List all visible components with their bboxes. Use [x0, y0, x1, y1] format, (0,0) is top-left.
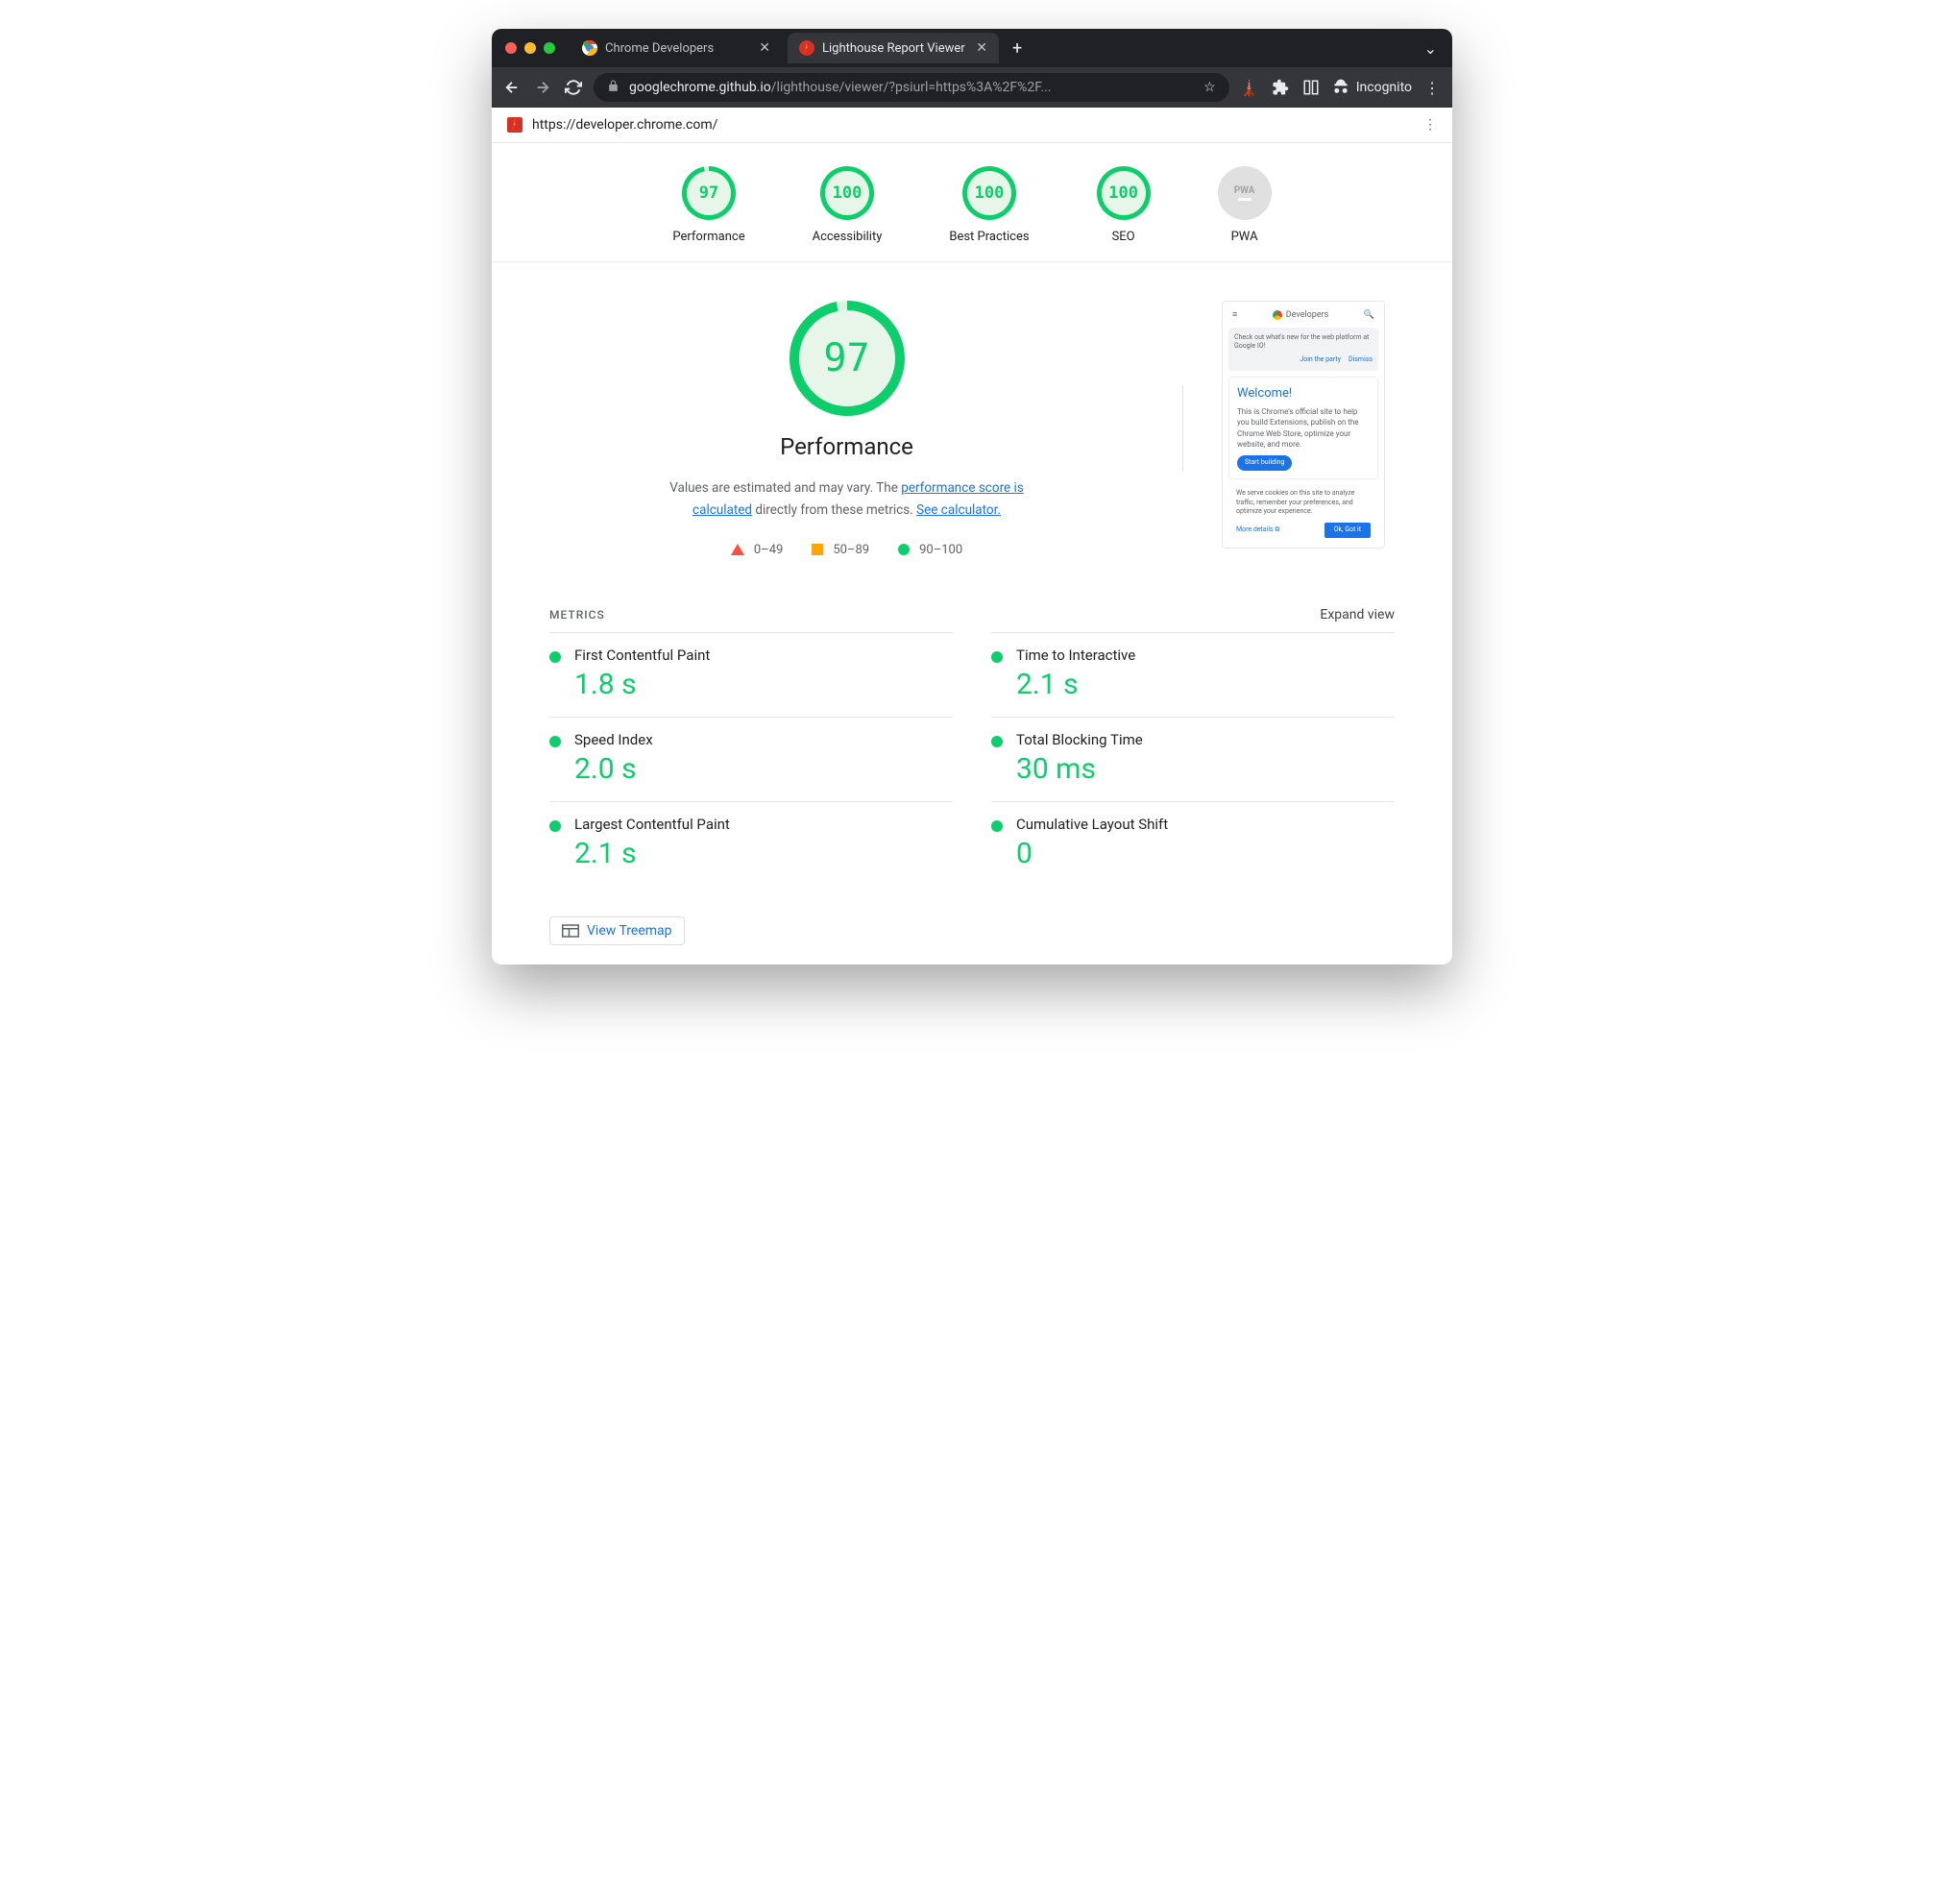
- incognito-icon: [1331, 78, 1350, 97]
- performance-detail: 97 Performance Values are estimated and …: [492, 262, 1452, 586]
- metric-value: 30 ms: [1016, 752, 1143, 786]
- metric-name: Time to Interactive: [1016, 647, 1135, 664]
- lighthouse-favicon: 🗼: [799, 40, 814, 56]
- metric-name: First Contentful Paint: [574, 647, 710, 664]
- tab-title: Chrome Developers: [605, 41, 714, 56]
- gauge-label: Accessibility: [813, 230, 883, 244]
- reload-button[interactable]: [563, 77, 584, 98]
- reading-list-icon[interactable]: [1300, 77, 1322, 98]
- address-bar[interactable]: googlechrome.github.io/lighthouse/viewer…: [594, 73, 1229, 102]
- pass-bullet-icon: [991, 820, 1003, 832]
- close-tab-icon[interactable]: ✕: [759, 40, 770, 56]
- browser-tab-inactive[interactable]: Chrome Developers ✕: [571, 33, 782, 63]
- gauge-pwa[interactable]: PWA PWA: [1218, 166, 1272, 244]
- metric-value: 2.0 s: [574, 752, 653, 786]
- report-menu-icon[interactable]: ⋮: [1423, 117, 1437, 133]
- window-controls: [505, 42, 555, 54]
- pass-bullet-icon: [549, 736, 561, 747]
- tab-strip: Chrome Developers ✕ 🗼 Lighthouse Report …: [492, 29, 1452, 67]
- pass-bullet-icon: [549, 820, 561, 832]
- performance-description: Values are estimated and may vary. The p…: [665, 477, 1030, 522]
- incognito-badge[interactable]: Incognito: [1331, 78, 1412, 97]
- gauge-best-practices[interactable]: 100 Best Practices: [949, 166, 1029, 244]
- score-legend: 0–49 50–89 90–100: [731, 543, 962, 557]
- metric-name: Total Blocking Time: [1016, 731, 1143, 748]
- metrics-label: METRICS: [549, 608, 605, 622]
- divider: [1182, 385, 1183, 472]
- tested-url-bar: 🗼 https://developer.chrome.com/ ⋮: [492, 108, 1452, 143]
- hamburger-icon: ≡: [1232, 309, 1237, 322]
- metric-value: 1.8 s: [574, 668, 710, 701]
- minimize-window-button[interactable]: [524, 42, 536, 54]
- lighthouse-logo-icon: 🗼: [507, 117, 522, 133]
- view-treemap-button[interactable]: View Treemap: [549, 916, 685, 945]
- metric-name: Largest Contentful Paint: [574, 816, 730, 833]
- metric-item[interactable]: Largest Contentful Paint 2.1 s: [549, 801, 953, 886]
- lighthouse-extension-icon[interactable]: 🗼: [1239, 77, 1260, 98]
- gauge-label: PWA: [1231, 230, 1258, 244]
- extensions-icon[interactable]: [1270, 77, 1291, 98]
- gauge-accessibility[interactable]: 100 Accessibility: [813, 166, 883, 244]
- browser-tab-active[interactable]: 🗼 Lighthouse Report Viewer ✕: [788, 33, 999, 63]
- tabs-dropdown-icon[interactable]: ⌄: [1419, 39, 1443, 58]
- calculator-link[interactable]: See calculator.: [916, 502, 1001, 518]
- tested-url: https://developer.chrome.com/: [532, 117, 717, 133]
- lock-icon: [607, 80, 620, 96]
- metric-item[interactable]: Speed Index 2.0 s: [549, 717, 953, 801]
- metric-name: Speed Index: [574, 731, 653, 748]
- gauge-label: SEO: [1112, 230, 1135, 244]
- metric-item[interactable]: Cumulative Layout Shift 0: [991, 801, 1395, 886]
- metric-item[interactable]: Time to Interactive 2.1 s: [991, 632, 1395, 717]
- browser-menu-icon[interactable]: ⋮: [1422, 77, 1443, 98]
- incognito-label: Incognito: [1356, 80, 1412, 95]
- tab-title: Lighthouse Report Viewer: [822, 41, 965, 56]
- pwa-badge-icon: PWA: [1218, 166, 1272, 220]
- average-icon: [812, 544, 823, 555]
- close-window-button[interactable]: [505, 42, 517, 54]
- browser-toolbar: googlechrome.github.io/lighthouse/viewer…: [492, 67, 1452, 108]
- treemap-icon: [562, 924, 579, 938]
- metric-name: Cumulative Layout Shift: [1016, 816, 1168, 833]
- gauge-seo[interactable]: 100 SEO: [1097, 166, 1151, 244]
- performance-title: Performance: [780, 433, 913, 460]
- gauge-performance[interactable]: 97 Performance: [672, 166, 744, 244]
- new-tab-button[interactable]: +: [1005, 38, 1030, 59]
- gauge-label: Performance: [672, 230, 744, 244]
- forward-button[interactable]: [532, 77, 553, 98]
- pass-bullet-icon: [991, 651, 1003, 663]
- browser-window: Chrome Developers ✕ 🗼 Lighthouse Report …: [492, 29, 1452, 964]
- pass-bullet-icon: [549, 651, 561, 663]
- pass-icon: [898, 544, 910, 555]
- gauge-label: Best Practices: [949, 230, 1029, 244]
- close-tab-icon[interactable]: ✕: [976, 40, 987, 56]
- score-gauges: 97 Performance 100 Accessibility 100 Bes…: [492, 143, 1452, 262]
- metric-item[interactable]: Total Blocking Time 30 ms: [991, 717, 1395, 801]
- treemap-row: View Treemap: [549, 916, 1395, 945]
- performance-big-gauge: 97: [790, 301, 905, 416]
- metrics-section: METRICS Expand view First Contentful Pai…: [492, 586, 1452, 905]
- metric-value: 0: [1016, 837, 1168, 870]
- search-icon: 🔍: [1364, 309, 1374, 322]
- expand-view-toggle[interactable]: Expand view: [1320, 607, 1395, 622]
- metric-value: 2.1 s: [1016, 668, 1135, 701]
- url-text: googlechrome.github.io/lighthouse/viewer…: [629, 80, 1051, 95]
- star-icon[interactable]: ☆: [1203, 80, 1216, 95]
- metric-item[interactable]: First Contentful Paint 1.8 s: [549, 632, 953, 717]
- maximize-window-button[interactable]: [544, 42, 555, 54]
- fail-icon: [731, 544, 744, 555]
- chrome-favicon: [582, 40, 597, 56]
- page-screenshot-thumbnail: ≡Developers🔍 Check out what's new for th…: [1222, 301, 1395, 557]
- back-button[interactable]: [501, 77, 522, 98]
- metric-value: 2.1 s: [574, 837, 730, 870]
- pass-bullet-icon: [991, 736, 1003, 747]
